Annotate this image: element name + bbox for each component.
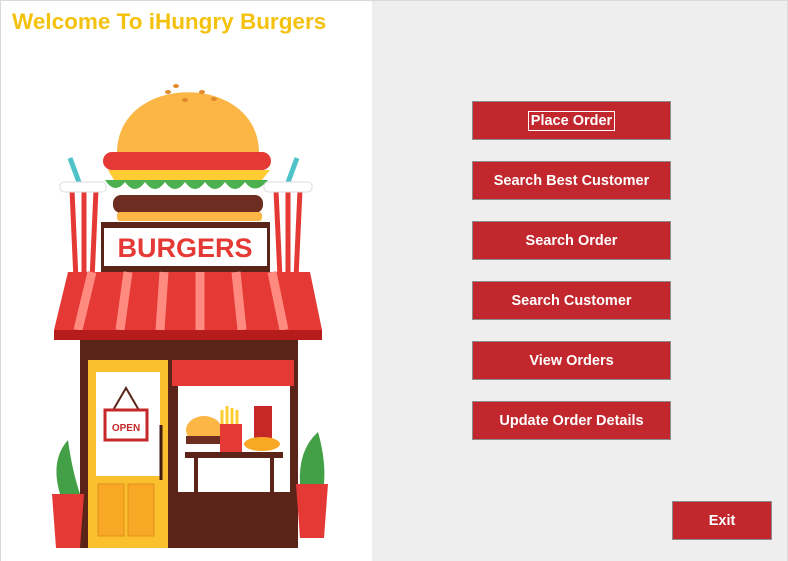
left-straw (67, 157, 83, 186)
left-pot (52, 494, 84, 548)
view-orders-button[interactable]: View Orders (472, 341, 671, 380)
open-sign-text: OPEN (112, 423, 140, 434)
hotdog (244, 437, 280, 451)
mini-cup (254, 406, 272, 440)
burger-bottom-bun (117, 212, 262, 221)
welcome-title: Welcome To iHungry Burgers (12, 9, 327, 34)
place-order-label: Place Order (527, 110, 616, 131)
awning-edge (54, 330, 322, 340)
door-panel (97, 483, 125, 537)
burger-cheese (108, 170, 270, 180)
search-order-button[interactable]: Search Order (472, 221, 671, 260)
sesame-seed (173, 84, 179, 88)
shop-sign-text: BURGERS (117, 233, 252, 263)
sesame-seed (199, 90, 205, 94)
search-customer-button[interactable]: Search Customer (472, 281, 671, 320)
door-panel (127, 483, 155, 537)
burger-patty (113, 195, 263, 213)
search-best-customer-button[interactable]: Search Best Customer (472, 161, 671, 200)
exit-button[interactable]: Exit (672, 501, 772, 540)
place-order-button[interactable]: Place Order (472, 101, 671, 140)
burger-sauce (103, 152, 271, 170)
right-cup-lid (263, 181, 313, 193)
sesame-seed (165, 90, 171, 94)
sesame-seed (182, 98, 188, 102)
fries-box (220, 424, 242, 452)
window-shelf (185, 452, 283, 458)
mini-burger-patty (186, 436, 222, 444)
window-border (0, 0, 788, 1)
window-awning (172, 360, 294, 386)
update-order-details-button[interactable]: Update Order Details (472, 401, 671, 440)
right-pot (296, 484, 328, 538)
sesame-seed (211, 97, 217, 101)
burger-lettuce (105, 180, 268, 189)
left-cup-lid (59, 181, 107, 193)
burger-shop-illustration: BURGERS OPEN (52, 84, 328, 548)
window-border-left (0, 0, 1, 561)
burger-top-bun (117, 92, 259, 153)
left-plant (56, 440, 80, 494)
right-plant (299, 432, 325, 484)
right-straw (284, 157, 300, 186)
